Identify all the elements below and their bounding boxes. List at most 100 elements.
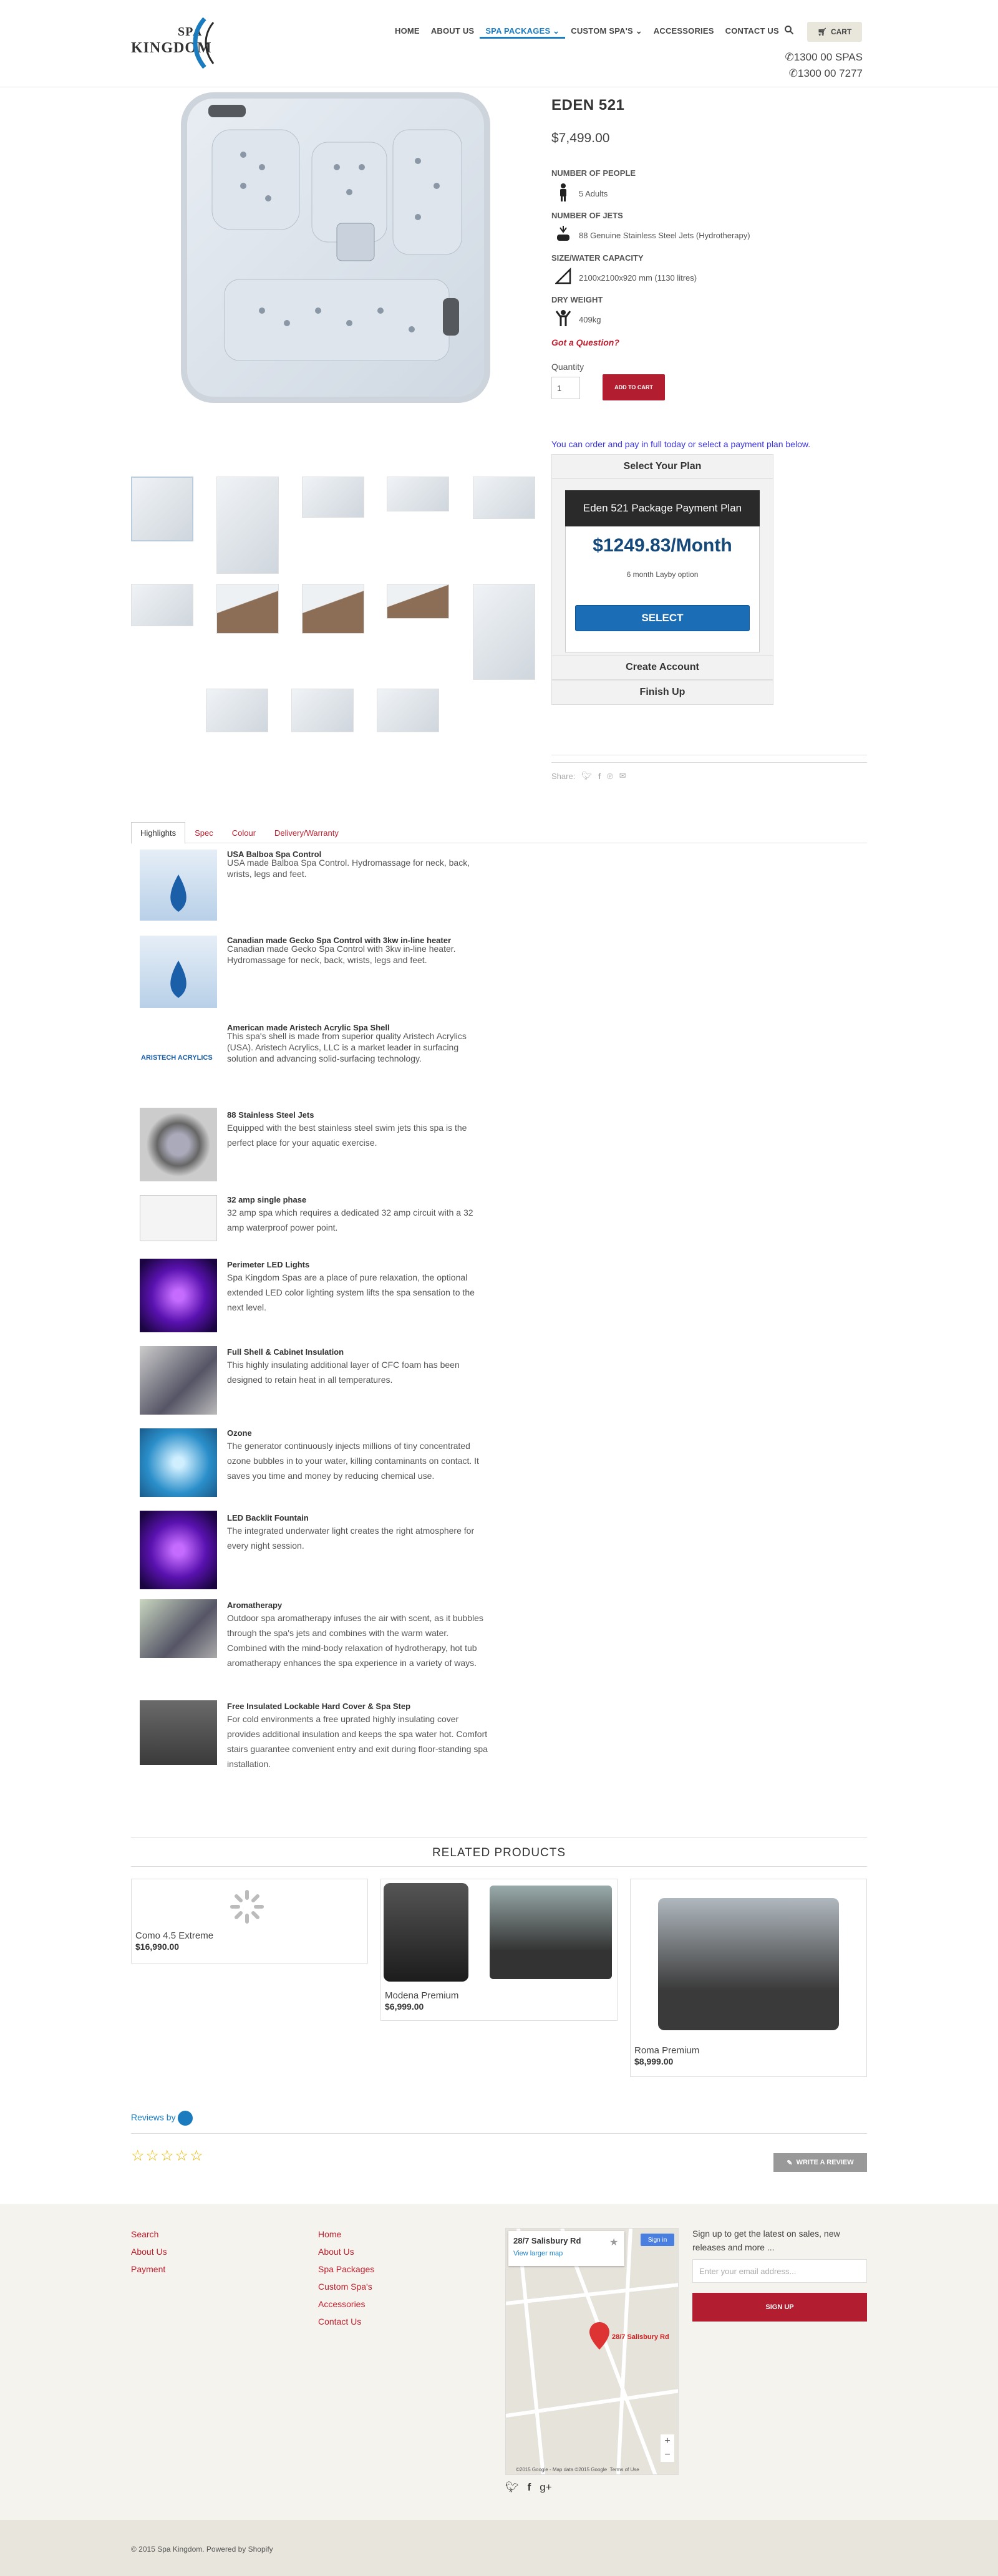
footer-link-accessories[interactable]: Accessories: [318, 2299, 365, 2309]
pinterest-icon[interactable]: ℗: [607, 772, 613, 781]
email-icon[interactable]: ✉: [619, 771, 626, 781]
thumbnail-image[interactable]: [131, 584, 193, 626]
balboa-control-image: [140, 850, 217, 921]
plan-select-button[interactable]: SELECT: [575, 605, 750, 631]
related-product-name: Roma Premium: [634, 2045, 700, 2056]
zoom-in-icon[interactable]: +: [661, 2434, 674, 2448]
write-a-review-label: WRITE A REVIEW: [796, 2159, 854, 2166]
chevron-down-icon: ⌄: [553, 26, 560, 36]
footer-link-about-us[interactable]: About Us: [131, 2247, 167, 2257]
tab-spec[interactable]: Spec: [185, 822, 223, 844]
spec-value-jets: 88 Genuine Stainless Steel Jets (Hydroth…: [579, 231, 750, 240]
thumbnail-image[interactable]: [216, 584, 279, 634]
map-terms-link[interactable]: Terms of Use: [610, 2467, 639, 2472]
thumbnail-image[interactable]: [206, 689, 268, 732]
footer-link-home[interactable]: Home: [318, 2229, 341, 2239]
footer-link-custom-spas[interactable]: Custom Spa's: [318, 2282, 372, 2292]
related-product-card[interactable]: Como 4.5 Extreme $16,990.00: [131, 1879, 368, 1963]
newsletter-email-input[interactable]: Enter your email address...: [692, 2259, 867, 2283]
feature-description: Outdoor spa aromatherapy infuses the air…: [227, 1610, 489, 1670]
related-product-name: Como 4.5 Extreme: [135, 1930, 214, 1941]
spa-kingdom-logo[interactable]: SPA KINGDOM: [131, 14, 231, 71]
aristech-logo-text: ARISTECH ACRYLICS: [141, 1054, 213, 1062]
spec-value-size: 2100x2100x920 mm (1130 litres): [579, 273, 697, 283]
write-a-review-button[interactable]: ✎ WRITE A REVIEW: [773, 2153, 867, 2172]
twitter-icon[interactable]: 🐦︎: [581, 771, 592, 781]
product-main-image[interactable]: [181, 92, 490, 403]
google-map[interactable]: 28/7 Salisbury Rd View larger map ★ Sign…: [505, 2228, 679, 2475]
footer-link-spa-packages[interactable]: Spa Packages: [318, 2264, 374, 2274]
related-product-card[interactable]: Modena Premium $6,999.00: [380, 1879, 618, 2021]
thumbnail-image[interactable]: [473, 584, 535, 680]
spec-heading-size: SIZE/WATER CAPACITY: [551, 253, 644, 263]
copyright-text: © 2015 Spa Kingdom. Powered by Shopify: [131, 2545, 273, 2554]
quantity-input[interactable]: 1: [551, 377, 580, 399]
map-sign-in-button[interactable]: Sign in: [641, 2234, 674, 2246]
related-product-card[interactable]: Roma Premium $8,999.00: [630, 1879, 867, 2077]
feature-description: Canadian made Gecko Spa Control with 3kw…: [227, 944, 456, 965]
nav-accessories[interactable]: ACCESSORIES: [648, 26, 720, 39]
feature-title: Free Insulated Lockable Hard Cover & Spa…: [227, 1702, 411, 1711]
map-credit-text: ©2015 Google - Map data ©2015 Google: [516, 2467, 608, 2472]
star-icon[interactable]: ★: [609, 2236, 618, 2249]
tab-colour[interactable]: Colour: [223, 822, 265, 844]
search-icon[interactable]: [784, 25, 794, 35]
logo-wave-icon: [193, 17, 215, 69]
feature-description: This highly insulating additional layer …: [227, 1360, 460, 1385]
backlit-fountain-image: [140, 1511, 217, 1589]
tab-delivery-warranty[interactable]: Delivery/Warranty: [265, 822, 348, 844]
phone-number-2[interactable]: ✆1300 00 7277: [778, 67, 863, 80]
tab-highlights[interactable]: Highlights: [131, 822, 186, 844]
facebook-icon[interactable]: f: [598, 772, 601, 781]
thumbnail-image[interactable]: [302, 477, 364, 518]
thumbnail-image[interactable]: [216, 477, 279, 574]
feature-title: 32 amp single phase: [227, 1195, 307, 1204]
thumbnail-image[interactable]: [377, 689, 439, 732]
thumbnail-image[interactable]: [387, 584, 449, 619]
product-tabs: Highlights Spec Colour Delivery/Warranty: [131, 822, 348, 844]
rating-stars[interactable]: ☆☆☆☆☆: [131, 2147, 205, 2165]
thumbnail-image[interactable]: [131, 477, 193, 541]
nav-home[interactable]: HOME: [389, 26, 425, 39]
thumbnail-image[interactable]: [473, 477, 535, 519]
footer-link-search[interactable]: Search: [131, 2229, 158, 2239]
zoom-out-icon[interactable]: −: [661, 2448, 674, 2462]
hard-cover-image: [140, 1700, 217, 1765]
feature-title: Aromatherapy: [227, 1600, 283, 1610]
thumbnail-image[interactable]: [387, 477, 449, 511]
related-product-image: [658, 1898, 839, 2030]
footer-link-payment[interactable]: Payment: [131, 2264, 165, 2274]
create-account-step[interactable]: Create Account: [551, 655, 773, 680]
got-a-question-link[interactable]: Got a Question?: [551, 337, 619, 347]
facebook-icon[interactable]: f: [528, 2481, 531, 2494]
thumbnail-image[interactable]: [302, 584, 364, 634]
feature-title: Full Shell & Cabinet Insulation: [227, 1347, 344, 1357]
finish-up-step[interactable]: Finish Up: [551, 680, 773, 705]
nav-contact-us[interactable]: CONTACT US: [720, 26, 785, 39]
phone-icon: ✆: [785, 51, 794, 63]
nav-about-us[interactable]: ABOUT US: [425, 26, 480, 39]
phone-number-1[interactable]: ✆1300 00 SPAS: [778, 51, 863, 64]
map-info-box: 28/7 Salisbury Rd View larger map ★: [508, 2231, 624, 2266]
footer-link-about-us[interactable]: About Us: [318, 2247, 354, 2257]
map-view-larger-link[interactable]: View larger map: [513, 2250, 563, 2257]
nav-spa-packages[interactable]: SPA PACKAGES ⌄: [480, 26, 566, 39]
divider: [131, 1837, 867, 1838]
thumbnail-image[interactable]: [291, 689, 354, 732]
footer-link-contact-us[interactable]: Contact Us: [318, 2317, 361, 2327]
plan-card-subtitle: 6 month Layby option: [626, 570, 699, 579]
cart-button[interactable]: 🛒︎ CART: [807, 22, 862, 42]
reviews-provider-icon[interactable]: [178, 2111, 193, 2126]
related-product-image: [384, 1883, 468, 1982]
google-plus-icon[interactable]: g+: [540, 2481, 551, 2494]
nav-custom-spas[interactable]: CUSTOM SPA'S ⌄: [565, 26, 648, 39]
cart-label: CART: [830, 27, 852, 36]
map-zoom-controls[interactable]: + −: [661, 2434, 674, 2462]
spec-value-people: 5 Adults: [579, 189, 608, 198]
phone-number-1-text: 1300 00 SPAS: [793, 51, 863, 63]
weight-icon: [555, 310, 571, 326]
select-your-plan-header[interactable]: Select Your Plan: [551, 454, 773, 479]
twitter-icon[interactable]: 🐦︎: [505, 2481, 519, 2494]
add-to-cart-button[interactable]: ADD TO CART: [603, 374, 665, 400]
newsletter-signup-button[interactable]: SIGN UP: [692, 2293, 867, 2322]
